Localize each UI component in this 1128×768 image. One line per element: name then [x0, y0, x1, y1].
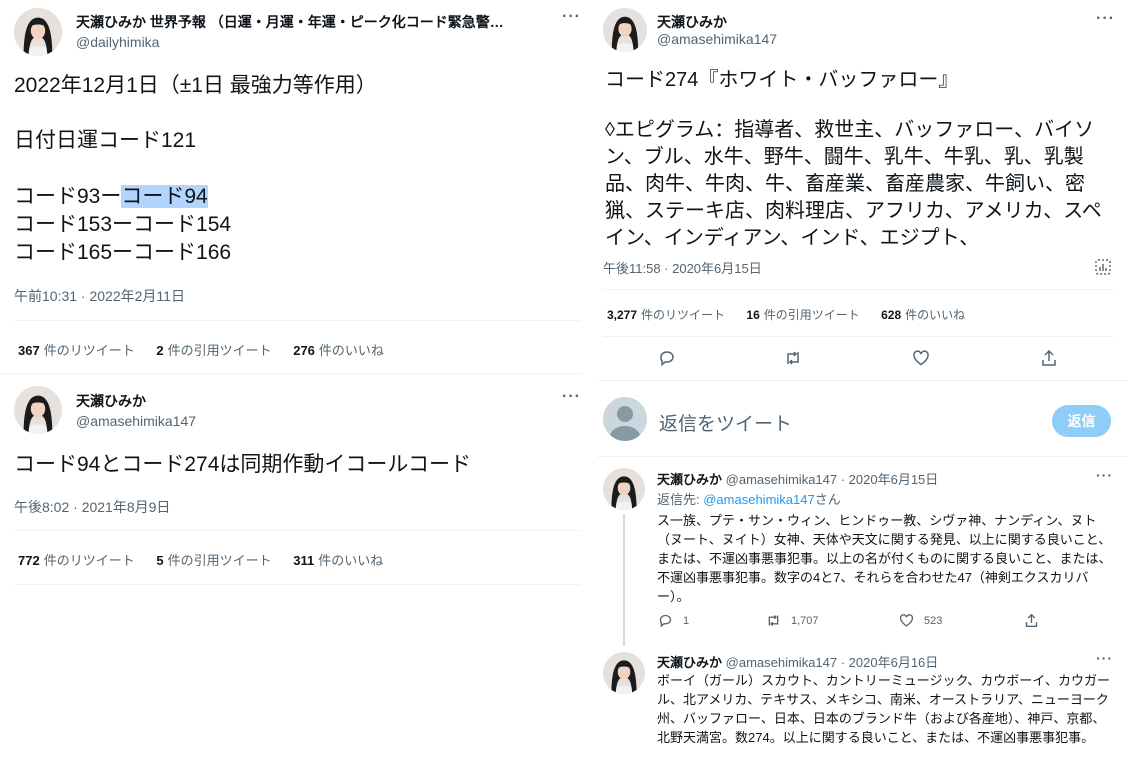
tweet-line-4: コード153ーコード154: [14, 213, 232, 236]
more-options-icon[interactable]: ···: [1096, 10, 1115, 28]
tweet-epigram: ◊エピグラム：指導者、救世主、バッファロー、バイソン、ブル、水牛、野牛、闘牛、乳…: [605, 119, 1102, 249]
reply-text: ス一族、プテ・サン・ウィン、ヒンドゥー教、シヴァ神、ナンディン、ヌト（ヌート、ヌ…: [657, 513, 1112, 604]
divider: [14, 584, 580, 585]
avatar-image: [603, 8, 647, 52]
user-avatar: [603, 397, 647, 441]
analytics-icon[interactable]: [1094, 258, 1112, 276]
tweet-line-3a: コード93ー: [14, 185, 122, 208]
author-handle[interactable]: @amasehimika147: [657, 31, 777, 47]
retweet-count: 1,707: [791, 614, 819, 627]
avatar[interactable]: [603, 652, 645, 694]
tweet-stats: 772 件のリツイート 5 件の引用ツイート 311 件のいいね: [18, 550, 401, 569]
author-meta[interactable]: @amasehimika147 · 2020年6月16日: [726, 655, 939, 670]
like-count[interactable]: 311 件のいいね: [293, 553, 383, 568]
avatar[interactable]: [603, 468, 645, 510]
tweet-stats: 367 件のリツイート 2 件の引用ツイート 276 件のいいね: [18, 340, 402, 359]
more-options-icon[interactable]: ···: [1096, 467, 1113, 483]
like-icon: [899, 614, 914, 627]
reply-to: 返信先: @amasehimika147さん: [657, 489, 841, 508]
quote-count[interactable]: 16 件の引用ツイート: [746, 308, 859, 322]
retweet-icon: [768, 615, 779, 626]
author-name[interactable]: 天瀬ひみか 世界予報 （日運・月運・年運・ピーク化コード緊急警…: [76, 12, 536, 32]
reply-button[interactable]: 返信: [1052, 405, 1111, 437]
divider: [14, 530, 580, 531]
tweet-title: コード274『ホワイト・バッファロー』: [605, 69, 959, 91]
divider: [597, 456, 1128, 457]
divider: [597, 380, 1128, 381]
avatar[interactable]: [603, 8, 647, 52]
tweet-line-5: コード165ーコード166: [14, 241, 232, 264]
thread-line: [623, 514, 625, 646]
avatar-image: [14, 386, 62, 434]
author-name[interactable]: 天瀬ひみか: [657, 472, 722, 487]
reply-to-handle[interactable]: @amasehimika147: [703, 492, 814, 507]
more-options-icon[interactable]: ···: [1096, 650, 1113, 666]
tweet-line-3: コード93ーコード94: [14, 183, 208, 211]
reply-to-suffix: さん: [814, 492, 841, 507]
quote-count[interactable]: 2 件の引用ツイート: [156, 343, 271, 358]
like-icon[interactable]: [912, 349, 930, 367]
retweet-count[interactable]: 772 件のリツイート: [18, 553, 135, 568]
avatar-image: [603, 652, 645, 694]
divider: [0, 373, 582, 374]
retweet-action[interactable]: 1,707: [766, 613, 819, 628]
like-action[interactable]: 523: [899, 613, 942, 628]
reply-action[interactable]: 1: [658, 613, 689, 628]
tweet-timestamp[interactable]: 午前10:31 · 2022年2月11日: [14, 286, 185, 306]
avatar-image: [14, 8, 62, 56]
divider: [603, 336, 1113, 337]
author-handle[interactable]: @dailyhimika: [76, 34, 159, 50]
author-meta[interactable]: @amasehimika147 · 2020年6月15日: [726, 472, 939, 487]
tweet-timestamp[interactable]: 午後11:58 · 2020年6月15日: [603, 258, 762, 277]
tweet-text: コード94とコード274は同期作動イコールコード: [14, 453, 471, 476]
retweet-count[interactable]: 367 件のリツイート: [18, 343, 135, 358]
divider: [14, 320, 580, 321]
author-name[interactable]: 天瀬ひみか: [657, 655, 722, 670]
tweet-timestamp[interactable]: 午後8:02 · 2021年8月9日: [14, 497, 170, 517]
reply-to-label: 返信先:: [657, 492, 704, 507]
quote-count[interactable]: 5 件の引用ツイート: [156, 553, 271, 568]
default-user-icon: [609, 406, 641, 441]
like-count[interactable]: 276 件のいいね: [293, 343, 384, 358]
avatar[interactable]: [14, 8, 62, 56]
reply-icon: [659, 614, 672, 628]
tweet-line-1: 2022年12月1日（±1日 最強力等作用）: [14, 74, 377, 97]
selected-text: コード94: [121, 185, 208, 208]
divider: [603, 289, 1113, 290]
reply-count: 1: [683, 614, 690, 627]
avatar[interactable]: [14, 386, 62, 434]
author-handle[interactable]: @amasehimika147: [76, 413, 196, 429]
share-action[interactable]: [1024, 613, 1039, 628]
author-name[interactable]: 天瀬ひみか: [76, 391, 146, 411]
like-count: 523: [924, 614, 943, 627]
reply-header: 天瀬ひみか @amasehimika147 · 2020年6月16日: [657, 652, 938, 671]
like-count[interactable]: 628 件のいいね: [881, 308, 965, 322]
author-name[interactable]: 天瀬ひみか: [657, 12, 727, 32]
more-options-icon[interactable]: ···: [562, 388, 581, 406]
reply-text: ボーイ（ガール）スカウト、カントリーミュージック、カウボーイ、カウガール、北アメ…: [657, 673, 1111, 745]
avatar-image: [603, 468, 645, 510]
retweet-count[interactable]: 3,277 件のリツイート: [607, 308, 725, 322]
tweet-stats: 3,277 件のリツイート 16 件の引用ツイート 628 件のいいね: [607, 306, 983, 323]
retweet-icon[interactable]: [784, 349, 802, 367]
tweet-line-2: 日付日運コード121: [14, 129, 197, 152]
reply-input[interactable]: 返信をツイート: [659, 409, 792, 436]
share-icon: [1025, 613, 1038, 627]
more-options-icon[interactable]: ···: [562, 8, 581, 26]
reply-header: 天瀬ひみか @amasehimika147 · 2020年6月15日: [657, 469, 938, 488]
share-icon[interactable]: [1040, 349, 1058, 367]
reply-icon[interactable]: [658, 349, 676, 367]
